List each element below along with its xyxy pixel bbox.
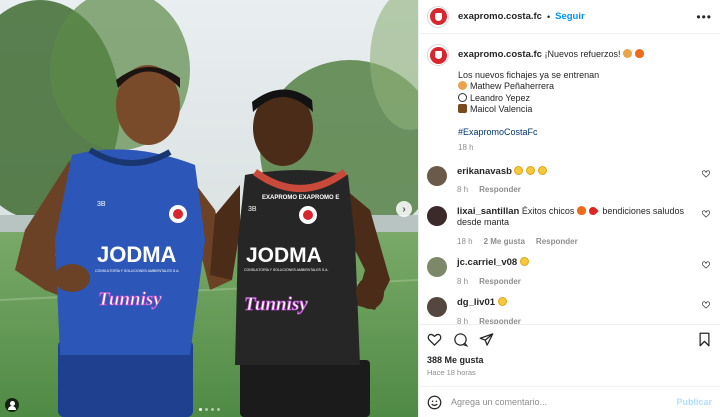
commenter-avatar[interactable] — [427, 165, 447, 186]
post-actions-bar — [419, 324, 720, 354]
comment-time: 18 h — [457, 236, 473, 246]
carousel-dot — [204, 408, 208, 411]
fire-icon — [576, 205, 586, 215]
carousel-dot — [198, 408, 202, 411]
comment-bubble-icon[interactable] — [453, 332, 468, 347]
comment-username[interactable]: dg_liv01 — [457, 297, 495, 308]
right-jersey-sponsor: JODMA — [246, 244, 322, 267]
comment-item: lixai_santillan Éxitos chicos bendicione… — [427, 204, 712, 248]
left-jersey-sponsor-sub: CONSULTORÍA Y SOLUCIONES AMBIENTALES S.A… — [95, 269, 180, 273]
comment-time: 8 h — [457, 316, 469, 325]
comment-item: jc.carriel_v08 8 h Responder — [427, 257, 712, 287]
like-comment-heart-icon[interactable] — [702, 209, 710, 218]
like-comment-heart-icon[interactable] — [702, 169, 710, 178]
caption-avatar[interactable] — [427, 44, 449, 66]
post-side-panel: exapromo.costa.fc • Seguir ••• exapromo.… — [418, 0, 720, 417]
svg-text:3B: 3B — [97, 201, 106, 208]
laugh-icon — [497, 297, 507, 306]
svg-text:3B: 3B — [248, 206, 257, 213]
comment-item: dg_liv01 8 h Responder — [427, 297, 712, 324]
laugh-icon — [514, 165, 524, 175]
post-header: exapromo.costa.fc • Seguir ••• — [419, 0, 720, 34]
laugh-icon — [519, 257, 529, 266]
comment-username[interactable]: lixai_santillan — [457, 206, 519, 217]
add-comment-input[interactable] — [451, 397, 677, 407]
commenter-avatar[interactable] — [427, 257, 447, 277]
comment-time: 8 h — [457, 276, 469, 286]
right-jersey-brand: Tunnisy — [244, 294, 308, 315]
bicep-icon — [623, 49, 633, 58]
carousel-dot — [216, 408, 220, 411]
caption-time: 18 h — [458, 143, 474, 152]
commenter-avatar[interactable] — [427, 205, 447, 226]
post-timestamp: Hace 18 horas — [427, 368, 476, 377]
laugh-icon — [526, 165, 536, 175]
right-jersey-collar-text: EXAPROMO EXAPROMO E — [262, 195, 339, 201]
comment-username[interactable]: erikanavasb — [457, 166, 512, 177]
caption-hashtag[interactable]: #ExapromoCostaFc — [458, 127, 647, 139]
caption-player-2: Leandro Yepez — [458, 92, 647, 105]
bicep-icon — [458, 104, 467, 113]
publish-button[interactable]: Publicar — [676, 397, 712, 407]
left-jersey-brand: Tunnisy — [98, 289, 162, 310]
comment-username[interactable]: jc.carriel_v08 — [457, 257, 517, 268]
comment-time: 8 h — [457, 185, 469, 194]
commenter-avatar[interactable] — [427, 297, 447, 317]
comment-text: Éxitos chicos — [521, 205, 575, 216]
like-comment-heart-icon[interactable] — [702, 261, 710, 269]
caption-username[interactable]: exapromo.costa.fc — [458, 49, 542, 60]
tagged-users-icon[interactable] — [5, 398, 19, 412]
caption-headline: ¡Nuevos refuerzos! — [544, 49, 621, 59]
club-avatar[interactable] — [427, 5, 449, 28]
emoji-smiley-icon[interactable] — [427, 395, 442, 410]
comment-likes[interactable]: 2 Me gusta — [484, 236, 525, 248]
instagram-post-view: 3B JODMA CONSULTORÍA Y SOLUCIONES AMBIEN… — [0, 0, 720, 417]
left-jersey-sponsor: JODMA — [97, 242, 177, 267]
heart-icon — [587, 204, 599, 217]
like-heart-icon[interactable] — [427, 332, 442, 347]
reply-button[interactable]: Responder — [479, 184, 521, 196]
reply-button[interactable]: Responder — [479, 276, 521, 288]
like-comment-heart-icon[interactable] — [702, 301, 710, 309]
laugh-icon — [538, 165, 548, 175]
caption-player-1: Mathew Peñaherrera — [458, 81, 647, 93]
comment-list: erikanavasb 8 h Responder lixai_santillan… — [427, 165, 712, 324]
share-send-icon[interactable] — [479, 332, 494, 347]
reply-button[interactable]: Responder — [479, 316, 521, 325]
post-photo[interactable]: 3B JODMA CONSULTORÍA Y SOLUCIONES AMBIEN… — [0, 0, 418, 417]
caption-player-3: Maicol Valencia — [458, 104, 647, 116]
save-bookmark-icon[interactable] — [697, 332, 712, 347]
carousel-dots — [0, 408, 418, 411]
post-likes-count[interactable]: 388 Me gusta — [419, 355, 720, 365]
players-photo: 3B JODMA CONSULTORÍA Y SOLUCIONES AMBIEN… — [0, 0, 418, 417]
comments-feed[interactable]: exapromo.costa.fc ¡Nuevos refuerzos! Los… — [419, 34, 720, 324]
header-separator: • — [546, 11, 551, 22]
carousel-dot — [210, 408, 214, 411]
carousel-next-button[interactable]: › — [396, 201, 412, 217]
right-jersey-sponsor-sub: CONSULTORÍA Y SOLUCIONES AMBIENTALES S.A… — [244, 268, 329, 272]
comment-item: erikanavasb 8 h Responder — [427, 165, 712, 196]
post-caption: exapromo.costa.fc ¡Nuevos refuerzos! Los… — [427, 44, 712, 154]
fire-icon — [635, 49, 645, 58]
add-comment-bar: Publicar — [419, 386, 720, 417]
caption-intro: Los nuevos fichajes ya se entrenan — [458, 69, 600, 80]
reply-button[interactable]: Responder — [536, 236, 578, 248]
ball-icon — [458, 81, 467, 90]
soccer-ball-icon — [458, 92, 467, 102]
header-username[interactable]: exapromo.costa.fc — [458, 11, 542, 22]
more-options-icon[interactable]: ••• — [696, 10, 712, 24]
follow-button[interactable]: Seguir — [555, 11, 585, 22]
